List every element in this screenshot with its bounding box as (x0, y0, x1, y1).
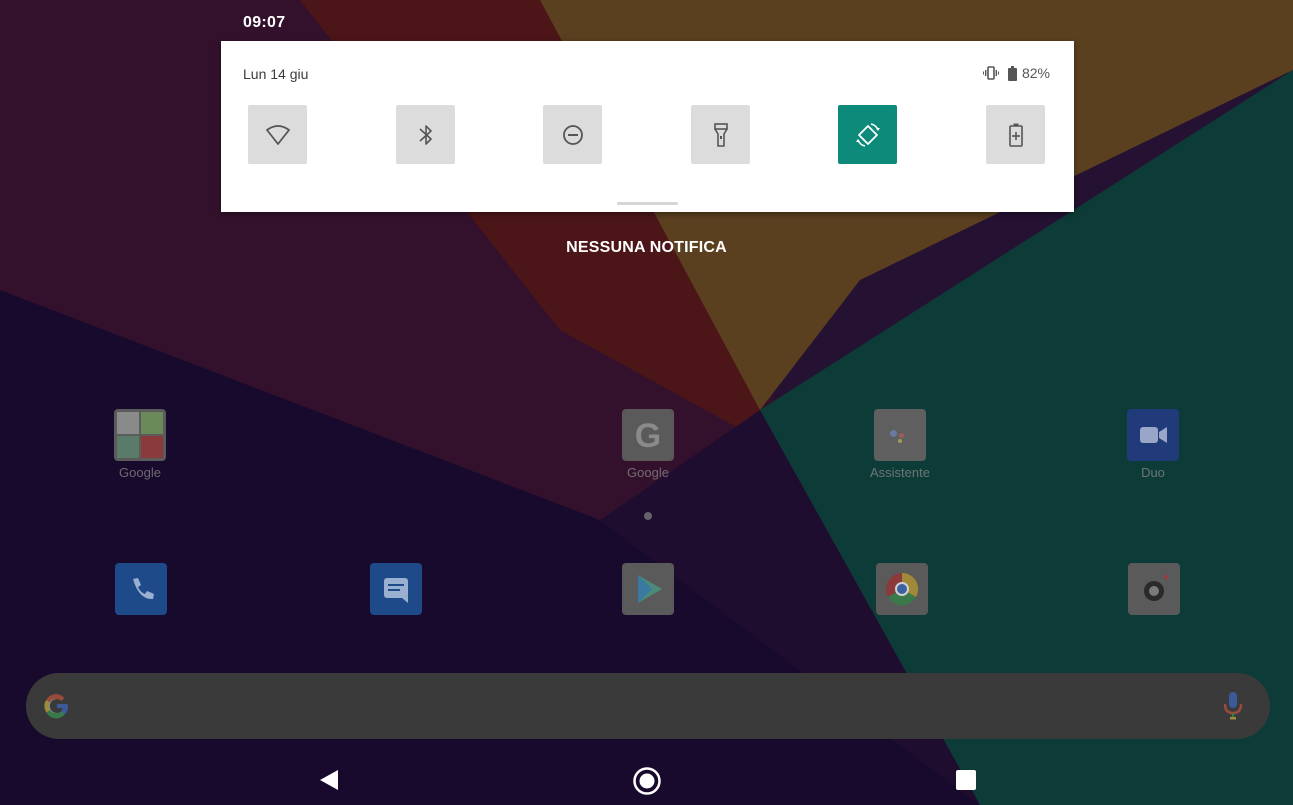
mic-icon[interactable] (1224, 692, 1242, 720)
duo-icon (1127, 409, 1179, 461)
battery-status: 82% (1007, 65, 1050, 81)
app-label: Duo (1141, 465, 1165, 480)
recents-icon[interactable] (955, 769, 977, 791)
messages-icon[interactable] (370, 563, 422, 615)
app-label: Google (119, 465, 161, 480)
page-indicator-dot (644, 512, 652, 520)
google-folder-icon (114, 409, 166, 461)
vibrate-icon (982, 66, 999, 80)
app-assistant[interactable]: Assistente (850, 409, 950, 480)
battery-saver-icon (1008, 123, 1023, 147)
qs-tile-auto-rotate[interactable] (838, 105, 897, 164)
google-search-bar[interactable] (26, 673, 1270, 739)
auto-rotate-icon (855, 122, 880, 147)
bluetooth-icon (418, 124, 432, 145)
app-google-folder[interactable]: Google (90, 409, 190, 480)
google-g-icon (44, 694, 69, 719)
qs-tile-bluetooth[interactable] (396, 105, 455, 164)
chrome-icon[interactable] (876, 563, 928, 615)
battery-icon (1007, 65, 1017, 81)
app-label: Google (627, 465, 669, 480)
google-g-icon: G (622, 409, 674, 461)
camera-icon[interactable] (1128, 563, 1180, 615)
back-icon[interactable] (318, 768, 340, 792)
phone-icon[interactable] (115, 563, 167, 615)
svg-text:G: G (635, 417, 661, 455)
qs-date[interactable]: Lun 14 giu (243, 66, 308, 82)
do-not-disturb-icon (562, 124, 583, 145)
play-store-icon[interactable] (622, 563, 674, 615)
no-notifications-label: NESSUNA NOTIFICA (566, 239, 727, 256)
qs-tile-do-not-disturb[interactable] (543, 105, 602, 164)
qs-tile-wifi[interactable] (248, 105, 307, 164)
qs-drag-handle[interactable] (617, 202, 678, 205)
app-duo[interactable]: Duo (1103, 409, 1203, 480)
quick-settings-panel: Lun 14 giu 82% (221, 41, 1074, 212)
assistant-icon (874, 409, 926, 461)
wifi-icon (265, 124, 290, 145)
qs-tile-flashlight[interactable] (691, 105, 750, 164)
qs-status-icons: 82% (982, 65, 1050, 81)
app-google[interactable]: G Google (598, 409, 698, 480)
qs-tile-battery-saver[interactable] (986, 105, 1045, 164)
home-icon[interactable] (632, 766, 662, 796)
status-clock: 09:07 (243, 14, 286, 31)
app-label: Assistente (870, 465, 930, 480)
flashlight-icon (713, 122, 728, 147)
battery-percent: 82% (1021, 65, 1050, 81)
